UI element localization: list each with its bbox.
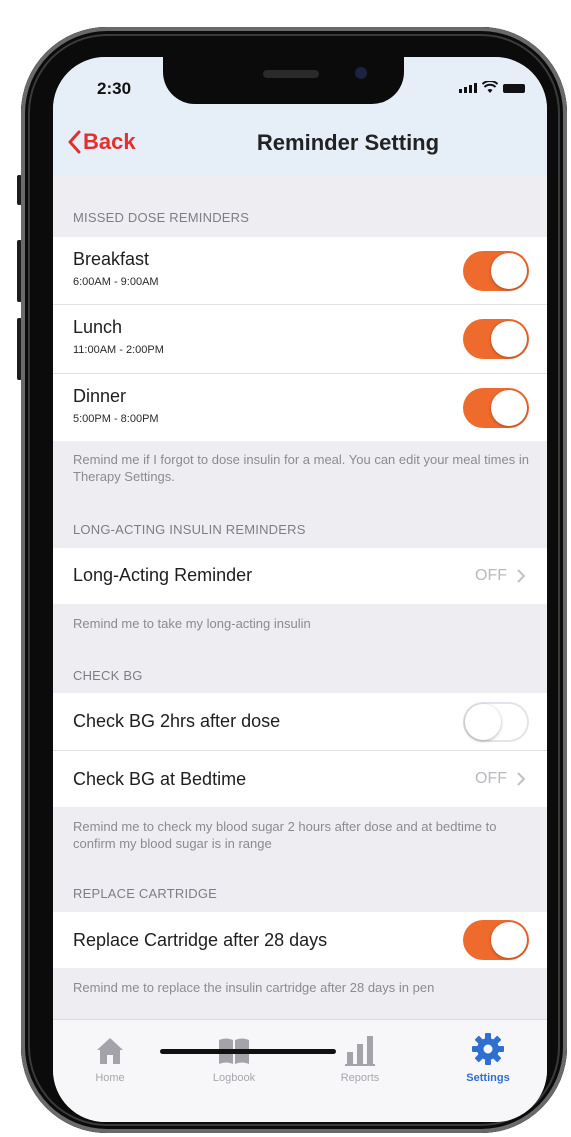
reminder-row-lunch: Lunch 11:00AM - 2:00PM: [53, 305, 547, 374]
phone-screen: 2:30 Back Reminder Setting MISSED DOSE R…: [53, 57, 547, 1122]
reminder-time-range: 6:00AM - 9:00AM: [73, 276, 159, 288]
check-bg-bedtime-row[interactable]: Check BG at Bedtime OFF: [53, 751, 547, 808]
replace-cartridge-toggle[interactable]: [463, 920, 529, 960]
tab-label: Home: [95, 1072, 125, 1084]
tab-label: Settings: [466, 1072, 510, 1084]
row-value: OFF: [475, 567, 525, 585]
reminder-row-dinner: Dinner 5:00PM - 8:00PM: [53, 374, 547, 442]
section-header-long-acting: LONG-ACTING INSULIN REMINDERS: [73, 522, 306, 537]
signal-icon: [459, 83, 477, 93]
row-label: Replace Cartridge after 28 days: [73, 930, 328, 950]
tab-settings[interactable]: Settings: [438, 1032, 538, 1084]
section-header-replace-cartridge: REPLACE CARTRIDGE: [73, 886, 218, 901]
tab-icon-wrap: [438, 1032, 538, 1066]
tab-icon-wrap: [60, 1032, 160, 1066]
home-indicator[interactable]: [160, 1049, 336, 1054]
toggle-knob: [491, 253, 527, 289]
bar-chart-icon: [345, 1036, 375, 1066]
check-bg-after-dose-toggle[interactable]: [463, 702, 529, 742]
toggle-knob: [491, 922, 527, 958]
status-time: 2:30: [97, 79, 132, 98]
section-header-missed-dose: MISSED DOSE REMINDERS: [73, 210, 250, 225]
lunch-toggle[interactable]: [463, 319, 529, 359]
missed-dose-note: Remind me if I forgot to dose insulin fo…: [73, 452, 529, 484]
tab-label: Reports: [340, 1072, 380, 1084]
reminder-row-breakfast: Breakfast 6:00AM - 9:00AM: [53, 237, 547, 305]
replace-cartridge-note: Remind me to replace the insulin cartrid…: [73, 980, 435, 995]
reminder-label: Breakfast: [73, 249, 150, 269]
check-bg-note: Remind me to check my blood sugar 2 hour…: [73, 819, 497, 851]
page-title: Reminder Setting: [53, 130, 547, 156]
toggle-knob: [491, 321, 527, 357]
value-text: OFF: [475, 770, 507, 787]
speaker-grille: [263, 70, 319, 78]
tab-logbook[interactable]: Logbook: [184, 1032, 284, 1084]
phone-notch: [163, 49, 404, 104]
reminder-time-range: 11:00AM - 2:00PM: [73, 344, 164, 356]
wifi-icon: [482, 81, 498, 93]
replace-cartridge-row: Replace Cartridge after 28 days: [53, 912, 547, 968]
status-icons: [459, 81, 525, 93]
reminder-label: Dinner: [73, 386, 127, 406]
value-text: OFF: [475, 567, 507, 584]
reminder-label: Lunch: [73, 317, 123, 337]
replace-cartridge-group: Replace Cartridge after 28 days: [53, 912, 547, 968]
toggle-knob: [491, 390, 527, 426]
tab-label: Logbook: [212, 1072, 256, 1084]
reminder-time-range: 5:00PM - 8:00PM: [73, 413, 159, 425]
dinner-toggle[interactable]: [463, 388, 529, 428]
long-acting-group: Long-Acting Reminder OFF: [53, 548, 547, 604]
tab-reports[interactable]: Reports: [310, 1032, 410, 1084]
row-label: Check BG at Bedtime: [73, 769, 247, 789]
home-icon: [97, 1038, 123, 1064]
section-header-check-bg: CHECK BG: [73, 668, 143, 683]
page-title-text: Reminder Setting: [256, 130, 440, 155]
chevron-right-icon: [517, 772, 525, 786]
row-label: Long-Acting Reminder: [73, 565, 253, 585]
long-acting-reminder-row[interactable]: Long-Acting Reminder OFF: [53, 548, 547, 604]
long-acting-note: Remind me to take my long-acting insulin: [73, 616, 311, 631]
breakfast-toggle[interactable]: [463, 251, 529, 291]
check-bg-after-dose-row: Check BG 2hrs after dose: [53, 693, 547, 751]
check-bg-group: Check BG 2hrs after dose Check BG at Bed…: [53, 693, 547, 807]
row-value: OFF: [475, 770, 525, 788]
chevron-right-icon: [517, 569, 525, 583]
tab-home[interactable]: Home: [60, 1032, 160, 1084]
gear-icon: [472, 1033, 504, 1065]
tab-bar: Home Logbook Reports Settings: [53, 1019, 547, 1122]
missed-dose-group: Breakfast 6:00AM - 9:00AM Lunch 11:00AM …: [53, 237, 547, 441]
toggle-knob: [465, 704, 501, 740]
row-label: Check BG 2hrs after dose: [73, 711, 281, 731]
battery-icon: [503, 84, 525, 93]
front-camera: [355, 67, 367, 79]
